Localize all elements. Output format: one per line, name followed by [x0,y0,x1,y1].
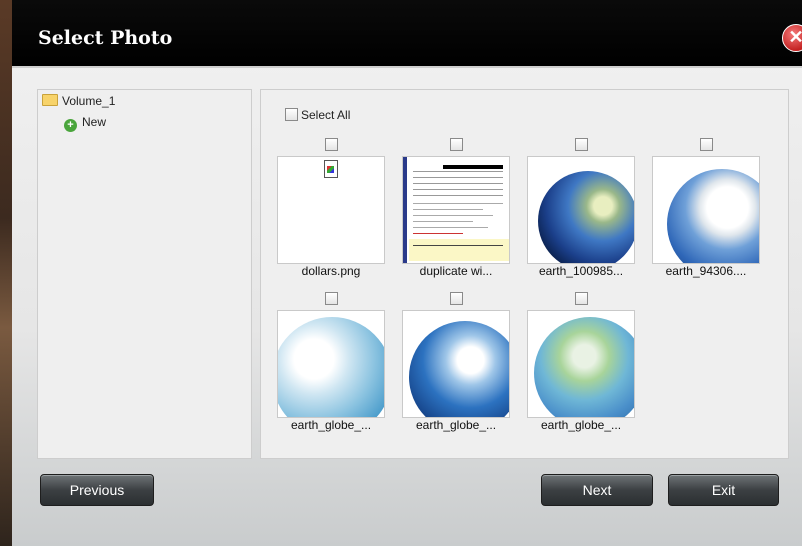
thumb-detail [413,189,503,190]
thumb-detail [413,209,483,210]
photo-filename: earth_globe_... [290,418,372,432]
title-bar: Select Photo ✕ [12,0,802,68]
thumb-detail [413,177,503,178]
dialog-title: Select Photo [38,27,173,49]
photo-thumbnail[interactable] [402,310,510,418]
tree-item-new[interactable]: + New [64,115,106,132]
tree-item-volume-1[interactable]: Volume_1 [42,94,115,108]
select-all-label: Select All [301,108,351,122]
photo-checkbox[interactable] [325,138,338,151]
next-button[interactable]: Next [541,474,653,506]
photo-filename: earth_100985... [538,264,624,278]
globe-image [534,317,634,417]
photo-checkbox[interactable] [575,292,588,305]
thumb-detail [413,245,503,246]
tree-item-label: Volume_1 [62,94,116,108]
photo-filename: duplicate wi... [419,264,493,278]
photo-filename: earth_globe_... [540,418,622,432]
select-all[interactable]: Select All [285,108,350,122]
tree-item-label: New [82,115,107,129]
globe-image [667,169,759,263]
thumb-detail [413,233,463,234]
thumb-detail [413,221,473,222]
thumb-detail [413,183,503,184]
thumb-detail [403,157,407,263]
photo-thumbnail[interactable] [277,156,385,264]
folder-icon [42,94,58,106]
thumb-detail [413,195,503,196]
broken-image-icon [324,160,338,178]
photo-thumbnail[interactable] [527,156,635,264]
photo-thumbnail[interactable] [652,156,760,264]
photo-checkbox[interactable] [700,138,713,151]
photo-filename: dollars.png [301,264,361,278]
photo-thumbnail[interactable] [277,310,385,418]
photo-filename: earth_globe_... [415,418,497,432]
select-photo-dialog: Select Photo ✕ Volume_1 + New Select All … [12,0,802,546]
exit-button[interactable]: Exit [668,474,779,506]
photo-checkbox[interactable] [450,138,463,151]
thumb-detail [413,203,503,204]
globe-image [538,171,634,263]
select-all-checkbox[interactable] [285,108,298,121]
photo-filename: earth_94306.... [665,264,747,278]
photo-checkbox[interactable] [450,292,463,305]
photo-thumbnail[interactable] [527,310,635,418]
thumb-detail [443,165,503,169]
thumb-detail [413,227,488,228]
photo-checkbox[interactable] [325,292,338,305]
photo-grid: Select All dollars.png duplicate wi... e… [260,89,789,459]
thumb-detail [413,215,493,216]
globe-image [278,317,384,417]
photo-checkbox[interactable] [575,138,588,151]
thumb-detail [413,171,503,172]
close-icon[interactable]: ✕ [782,24,802,52]
globe-image [409,321,509,417]
previous-button[interactable]: Previous [40,474,154,506]
background [0,0,12,546]
folder-tree: Volume_1 + New [37,89,252,459]
photo-thumbnail[interactable] [402,156,510,264]
add-icon: + [64,119,77,132]
thumb-detail [409,239,509,261]
